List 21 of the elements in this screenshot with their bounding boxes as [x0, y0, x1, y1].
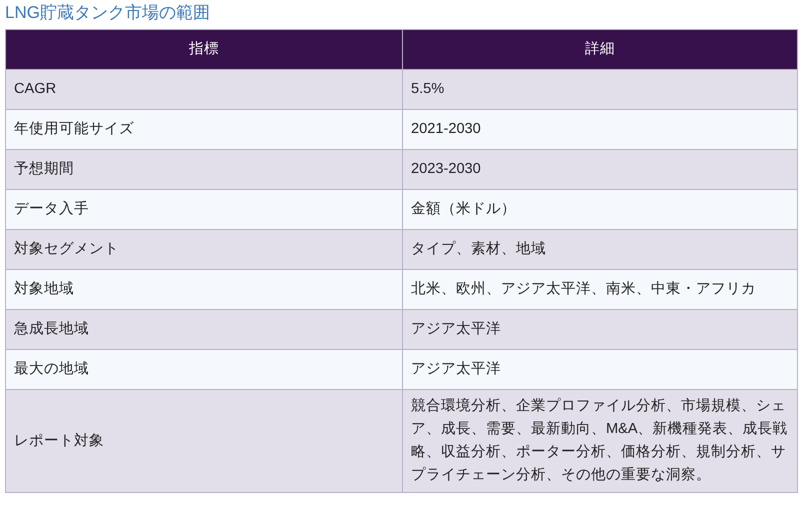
table-cell: 最大の地域 [6, 350, 402, 390]
table-cell: 対象セグメント [6, 230, 402, 270]
table-cell: 対象地域 [6, 270, 402, 310]
column-header: 詳細 [402, 30, 798, 70]
table-cell: 年使用可能サイズ [6, 110, 402, 150]
table-cell: データ入手 [6, 190, 402, 230]
table-cell: 競合環境分析、企業プロファイル分析、市場規模、シェア、成長、需要、最新動向、M&A、新機種発表、成長戦略、収益分析、ポーター分析、価格分析、規制分析、サプライチェーン分析、その他の重要な洞察。 [402, 390, 798, 492]
table-cell: 予想期間 [6, 150, 402, 190]
column-header: 指標 [6, 30, 402, 70]
table-cell: タイプ、素材、地域 [402, 230, 798, 270]
table-cell: 5.5% [402, 70, 798, 110]
table-cell: 金額（米ドル） [402, 190, 798, 230]
table-cell: 2023-2030 [402, 150, 798, 190]
table-cell: CAGR [6, 70, 402, 110]
table-cell: アジア太平洋 [402, 310, 798, 350]
table-cell: 北米、欧州、アジア太平洋、南米、中東・アフリカ [402, 270, 798, 310]
table-cell: アジア太平洋 [402, 350, 798, 390]
section-title: LNG貯蔵タンク市場の範囲 [5, 2, 210, 24]
table-cell: レポート対象 [6, 390, 402, 492]
table-cell: 急成長地域 [6, 310, 402, 350]
table-cell: 2021-2030 [402, 110, 798, 150]
